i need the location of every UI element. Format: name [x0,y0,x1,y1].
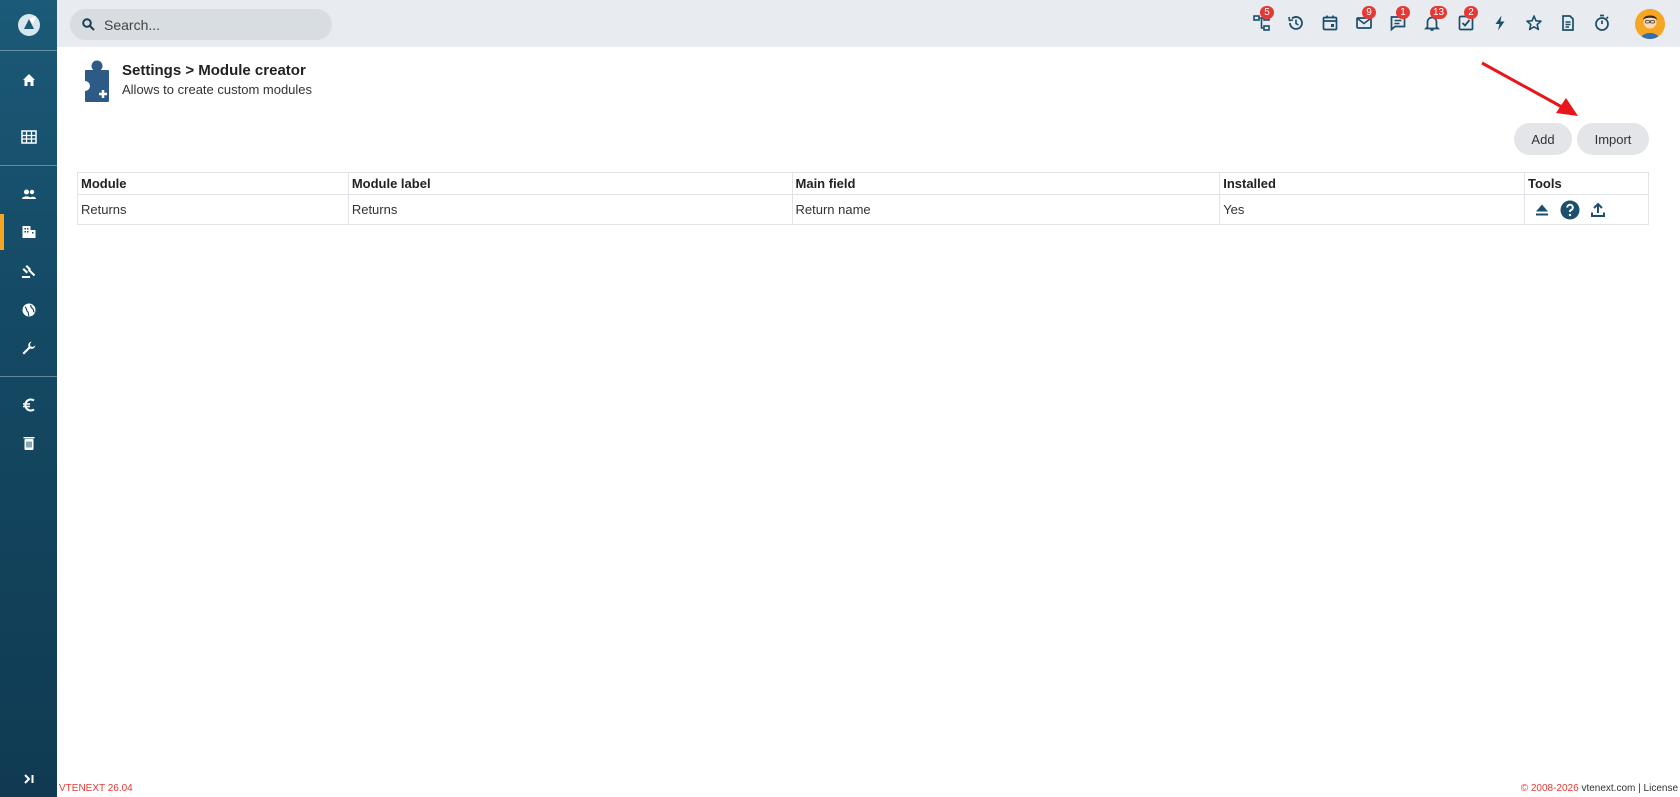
sidebar-expand-button[interactable] [0,769,57,789]
lightning-icon [1495,15,1505,31]
trash-icon [23,437,34,450]
sidebar-item-web[interactable] [0,292,57,328]
sidebar-item-users[interactable] [0,176,57,212]
tasks-badge: 2 [1464,6,1478,19]
help-icon [1560,200,1580,219]
tasks-button[interactable]: 2 [1454,6,1478,35]
table-row: Returns Returns Return name Yes [77,194,1649,225]
euro-icon [22,398,35,412]
cell-main-field: Return name [791,194,1221,225]
avatar-icon [1635,9,1665,39]
building-icon [22,226,35,238]
chat-badge: 1 [1396,6,1410,19]
stopwatch-icon [1595,14,1609,31]
history-icon [1288,16,1303,30]
home-icon [22,74,35,86]
globe-icon [22,303,35,317]
sidebar-item-apps[interactable] [0,119,57,155]
puzzle-add-icon [80,60,113,102]
app-logo[interactable] [14,10,44,40]
license-link[interactable]: License [1644,783,1678,794]
sidebar-item-company[interactable] [0,214,57,250]
documents-button[interactable] [1556,11,1580,35]
user-avatar[interactable] [1635,9,1665,39]
footer-separator: | [1638,783,1641,794]
mail-button[interactable]: 9 [1352,6,1376,35]
expand-icon [23,774,33,784]
column-header-installed: Installed [1219,172,1525,195]
site-link[interactable]: vtenext.com [1581,783,1635,794]
table-header-row: Module Module label Main field Installed… [77,172,1649,195]
gavel-icon [21,265,35,278]
page-title: Settings > Module creator [122,62,306,79]
favorites-button[interactable] [1522,11,1546,35]
page-subtitle: Allows to create custom modules [122,82,313,97]
modules-table: Module Module label Main field Installed… [77,172,1649,225]
eject-button[interactable] [1534,202,1550,218]
sidebar-item-finance[interactable] [0,387,57,423]
sidebar-item-home[interactable] [0,62,57,98]
grid-icon [20,130,37,144]
sidebar [0,0,57,797]
sidebar-divider [0,50,57,51]
document-icon [1562,15,1574,31]
version-label: VTENEXT 26.04 [59,783,133,794]
wrench-icon [22,341,35,355]
timer-button[interactable] [1590,11,1614,35]
add-button[interactable]: Add [1514,123,1572,155]
column-header-module-label: Module label [347,172,793,195]
sidebar-item-trash[interactable] [0,425,57,461]
star-icon [1526,15,1542,31]
quick-actions-button[interactable] [1488,11,1512,35]
mail-badge: 9 [1362,6,1376,19]
history-button[interactable] [1284,11,1308,35]
copyright-text: © 2008-2026 [1520,783,1579,794]
sidebar-divider [0,165,57,166]
import-button[interactable]: Import [1577,123,1649,155]
upload-icon [1591,202,1605,217]
calendar-icon [1322,15,1338,31]
footer-credits: © 2008-2026 vtenext.com | License [1521,783,1678,794]
notifications-button[interactable]: 13 [1420,6,1448,35]
column-header-tools: Tools [1524,172,1649,195]
cell-module: Returns [77,194,349,225]
cell-module-label: Returns [347,194,793,225]
sidebar-item-settings[interactable] [0,330,57,366]
cell-installed: Yes [1219,194,1525,225]
column-header-module: Module [77,172,349,195]
help-button[interactable] [1560,200,1580,220]
eject-icon [1536,204,1548,215]
search-input[interactable] [104,16,324,33]
export-button[interactable] [1590,202,1606,218]
sidebar-divider [0,376,57,377]
users-icon [21,189,36,199]
notifications-badge: 13 [1430,6,1448,19]
chat-button[interactable]: 1 [1386,6,1410,35]
sidebar-item-legal[interactable] [0,253,57,289]
annotation-arrow-icon [1481,61,1578,116]
column-header-main-field: Main field [791,172,1221,195]
cell-tools [1524,194,1649,225]
processes-badge: 5 [1260,6,1274,19]
search-box[interactable] [70,9,332,40]
top-bar: 5 9 1 13 2 [57,0,1680,47]
processes-button[interactable]: 5 [1250,6,1274,35]
calendar-button[interactable] [1318,11,1342,35]
search-icon [82,18,95,31]
